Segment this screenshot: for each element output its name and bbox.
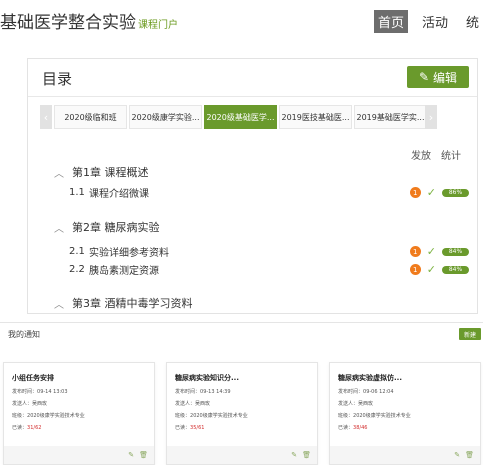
- trash-icon[interactable]: 🗑: [139, 451, 148, 459]
- card-time: 发布时间：09-06 12:04: [338, 389, 394, 395]
- card-time: 发布时间：09-14 13:03: [12, 389, 68, 395]
- course-portal-link[interactable]: 课程门户: [138, 20, 178, 31]
- catalog-header: 目录 ✎ 编辑: [28, 59, 477, 97]
- chevron-up-icon[interactable]: ︿: [54, 220, 64, 235]
- top-nav: 首页 活动 统: [373, 10, 483, 33]
- tab-class-1[interactable]: 2020级临和班: [54, 105, 127, 129]
- notification-card[interactable]: 小组任务安排 发布时间：09-14 13:03 发送人：吴西玫 班级：2020级…: [3, 362, 155, 465]
- lesson-number: 1.1: [69, 187, 85, 198]
- nav-home[interactable]: 首页: [373, 10, 408, 33]
- lesson-row[interactable]: 1.1 课程介绍微课 1 ✓ 86%: [69, 185, 469, 200]
- catalog-title: 目录: [42, 70, 73, 88]
- count-badge: 1: [409, 187, 421, 198]
- completion-pct: 84%: [442, 247, 469, 256]
- lesson-title[interactable]: 实验详细参考资料: [89, 244, 410, 259]
- trash-icon[interactable]: 🗑: [465, 451, 474, 459]
- tab-class-4[interactable]: 2019医技基础医...: [279, 105, 352, 129]
- completion-pct: 86%: [442, 188, 469, 197]
- edit-label: 编辑: [433, 70, 458, 85]
- chapter-3[interactable]: ︿ 第3章 酒精中毒学习资料: [54, 295, 193, 311]
- site-title: 基础医学整合实验 课程门户: [0, 8, 178, 33]
- publish-header: 发放: [411, 151, 431, 162]
- lesson-number: 2.1: [69, 246, 85, 257]
- notifications-title: 我的通知: [8, 330, 40, 339]
- pencil-icon: ✎: [418, 70, 430, 84]
- count-badge: 1: [409, 246, 421, 257]
- catalog-panel: 目录 ✎ 编辑 ‹ 2020级临和班 2020级康学实验... 2020级基础医…: [27, 58, 478, 314]
- column-headers: 发放 统计: [411, 147, 461, 162]
- card-read: 已读：35/61: [175, 425, 205, 431]
- nav-activities[interactable]: 活动: [418, 10, 452, 33]
- card-sender: 发送人：吴西玫: [338, 401, 374, 407]
- chevron-right-icon[interactable]: ›: [425, 105, 437, 129]
- card-read: 已读：31/62: [12, 425, 42, 431]
- nav-stats[interactable]: 统: [462, 10, 483, 33]
- edit-icon[interactable]: ✎: [128, 451, 134, 459]
- notifications-header: 我的通知 新建: [0, 322, 483, 348]
- chapter-2[interactable]: ︿ 第2章 糖尿病实验: [54, 219, 160, 235]
- card-class: 班级：2020级康学实验技术专业: [338, 413, 411, 419]
- class-tabs: ‹ 2020级临和班 2020级康学实验... 2020级基础医学... 201…: [40, 105, 437, 129]
- card-title[interactable]: 糖尿病实验知识分...: [175, 373, 239, 383]
- edit-icon[interactable]: ✎: [291, 451, 297, 459]
- edit-button[interactable]: ✎ 编辑: [407, 66, 469, 88]
- tab-class-5[interactable]: 2019基础医学实...: [354, 105, 427, 129]
- card-class: 班级：2020级康学实验技术专业: [175, 413, 248, 419]
- chapter-title: 第1章 课程概述: [72, 166, 149, 179]
- new-notification-button[interactable]: 新建: [459, 328, 481, 340]
- card-class: 班级：2020级康学实验技术专业: [12, 413, 85, 419]
- lesson-title[interactable]: 胰岛素测定资源: [89, 262, 410, 277]
- card-footer: ✎ 🗑: [330, 446, 480, 464]
- chapter-title: 第2章 糖尿病实验: [72, 221, 160, 234]
- card-sender: 发送人：吴西玫: [12, 401, 48, 407]
- card-title[interactable]: 糖尿病实验虚拟仿...: [338, 373, 402, 383]
- chevron-up-icon[interactable]: ︿: [54, 165, 64, 180]
- chevron-up-icon[interactable]: ︿: [54, 296, 64, 311]
- tab-class-3[interactable]: 2020级基础医学...: [204, 105, 277, 129]
- chapter-title: 第3章 酒精中毒学习资料: [72, 297, 193, 310]
- lesson-title[interactable]: 课程介绍微课: [89, 185, 410, 200]
- chevron-left-icon[interactable]: ‹: [40, 105, 52, 129]
- check-icon: ✓: [426, 186, 436, 199]
- card-title[interactable]: 小组任务安排: [12, 373, 54, 383]
- stats-header: 统计: [441, 151, 461, 162]
- notification-list: 小组任务安排 发布时间：09-14 13:03 发送人：吴西玫 班级：2020级…: [0, 362, 483, 465]
- check-icon: ✓: [426, 245, 436, 258]
- tab-class-2[interactable]: 2020级康学实验...: [129, 105, 202, 129]
- card-sender: 发送人：吴西玫: [175, 401, 211, 407]
- count-badge: 1: [409, 264, 421, 275]
- check-icon: ✓: [426, 263, 436, 276]
- course-name: 基础医学整合实验: [0, 13, 136, 33]
- card-read: 已读：38/46: [338, 425, 368, 431]
- trash-icon[interactable]: 🗑: [302, 451, 311, 459]
- lesson-row[interactable]: 2.2 胰岛素测定资源 1 ✓ 84%: [69, 262, 469, 277]
- notification-card[interactable]: 糖尿病实验知识分... 发布时间：09-13 14:39 发送人：吴西玫 班级：…: [166, 362, 318, 465]
- card-time: 发布时间：09-13 14:39: [175, 389, 231, 395]
- card-footer: ✎ 🗑: [167, 446, 317, 464]
- lesson-row[interactable]: 2.1 实验详细参考资料 1 ✓ 84%: [69, 244, 469, 259]
- lesson-number: 2.2: [69, 264, 85, 275]
- card-footer: ✎ 🗑: [4, 446, 154, 464]
- edit-icon[interactable]: ✎: [454, 451, 460, 459]
- completion-pct: 84%: [442, 265, 469, 274]
- chapter-1[interactable]: ︿ 第1章 课程概述: [54, 164, 149, 180]
- notification-card[interactable]: 糖尿病实验虚拟仿... 发布时间：09-06 12:04 发送人：吴西玫 班级：…: [329, 362, 481, 465]
